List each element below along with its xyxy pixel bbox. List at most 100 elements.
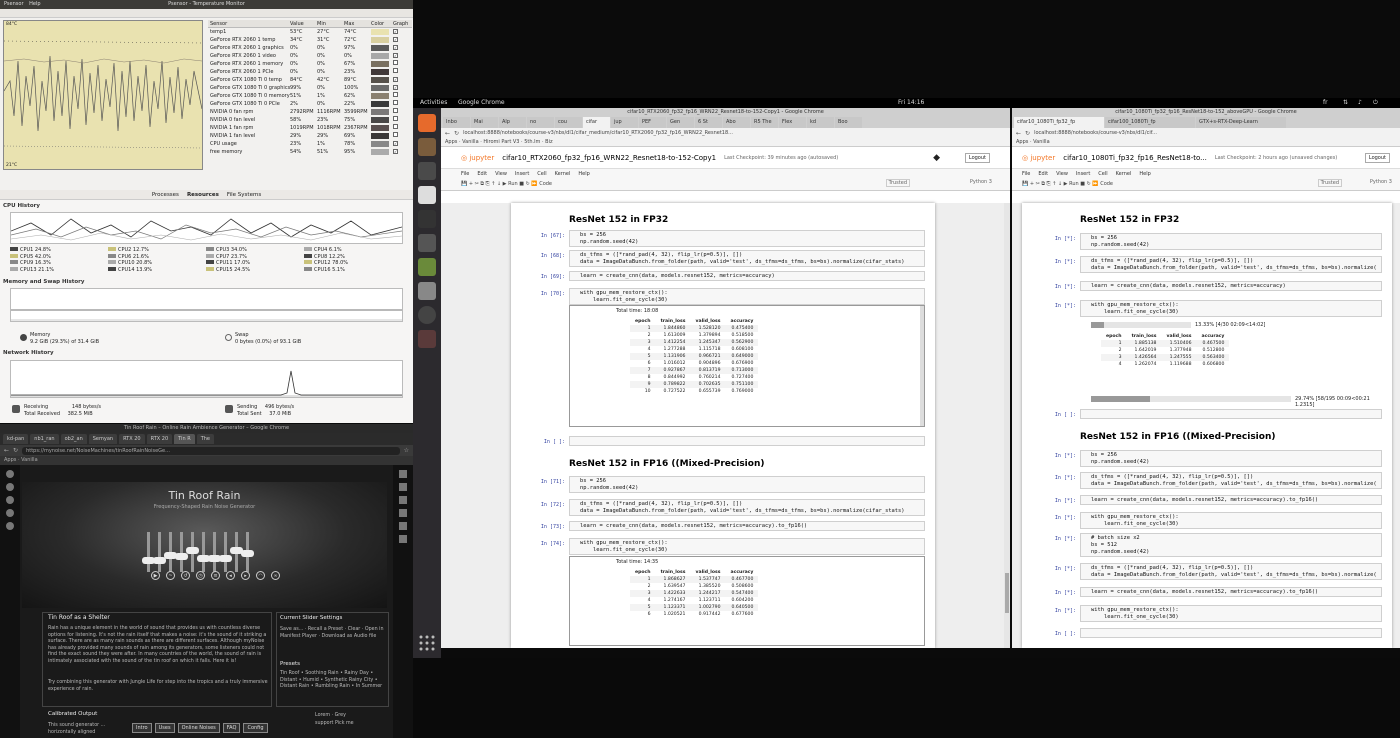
color-swatch[interactable] [371,108,389,115]
menu-item-cell[interactable]: Cell [537,169,546,180]
app-menu[interactable]: Google Chrome [458,98,505,108]
mynoise-nav-button[interactable]: FAQ [222,723,241,733]
cpu-color-swatch[interactable] [206,253,214,258]
headphones-icon[interactable]: ◠ [256,571,265,580]
graph-checkbox[interactable] [393,92,398,97]
presets-text[interactable]: Tin Roof • Soothing Rain • Rainy Day • D… [280,671,385,691]
browser-tab[interactable]: Gen [667,117,694,128]
mynoise-nav-button[interactable]: Online Noises [177,723,220,733]
volume-icon[interactable]: ♪ [1358,98,1362,108]
reset-icon[interactable]: ↺ [181,571,190,580]
menu-item-kernel[interactable]: Kernel [555,169,571,180]
star-icon[interactable]: ☆ [404,447,409,454]
sensor-row[interactable]: NVIDIA 0 fan level 58% 23% 75% [208,116,412,124]
jr-cell-5[interactable]: bs = 256 np.random.seed(42) [1080,450,1382,467]
sensor-row[interactable]: NVIDIA 1 fan level 29% 29% 69% [208,132,412,140]
color-swatch[interactable] [371,116,389,123]
mynoise-nav-button[interactable]: Config [243,723,268,733]
mynoise-nav-button[interactable]: Intro [132,723,152,733]
graph-checkbox[interactable]: ✓ [393,149,398,154]
graph-checkbox[interactable] [393,132,398,137]
jl-toolbar-icons[interactable]: 💾 + ✂ ⧉ ⎘ ↑ ↓ ▶ Run ■ ↻ ⏩ Code [461,181,552,187]
color-swatch[interactable] [371,60,389,67]
dock-chrome-icon[interactable] [418,186,436,204]
col-graph[interactable]: Graph [393,20,411,27]
jr-cell-8[interactable]: with gpu_mem_restore_ctx(): learn.fit_on… [1080,512,1382,529]
mynoise-tab[interactable]: nb1_ran [30,434,59,444]
calibrate-icon[interactable]: ≡ [211,571,220,580]
col-min[interactable]: Min [317,20,344,27]
dock-terminal-icon[interactable] [418,162,436,180]
cpu-color-swatch[interactable] [304,247,312,251]
jl-cell-70[interactable]: with gpu_mem_restore_ctx(): learn.fit_on… [569,288,925,305]
mynoise-tab[interactable]: ob2_an [60,434,87,444]
mynoise-tab[interactable]: Tin R [174,434,195,444]
cpu-color-swatch[interactable] [10,266,18,271]
color-swatch[interactable] [371,92,389,99]
jr-cell-1[interactable]: bs = 256 np.random.seed(42) [1080,233,1382,250]
volume-up-icon[interactable]: ▸ [241,571,250,580]
jl-cell-73[interactable]: learn = create_cnn(data, models.resnet15… [569,521,925,531]
cpu-color-swatch[interactable] [108,260,116,264]
graph-checkbox[interactable] [393,124,398,129]
cpu-color-swatch[interactable] [304,266,312,271]
jl-cell-68[interactable]: ds_tfms = ([*rand_pad(4, 32), flip_lr(p=… [569,250,925,267]
timer-icon[interactable]: ◷ [196,571,205,580]
dock-firefox-icon[interactable] [418,114,436,132]
color-swatch[interactable] [371,84,389,91]
color-swatch[interactable] [371,148,389,155]
color-swatch[interactable] [371,76,389,83]
browser-tab[interactable]: 6 St [695,117,722,128]
loop-icon[interactable]: ∞ [271,571,280,580]
play-icon[interactable]: ▶ [151,571,160,580]
graph-checkbox[interactable]: ✓ [393,45,398,50]
sensor-row[interactable]: GeForce GTX 1080 Ti 0 temp 84°C 42°C 89°C ✓ [208,76,412,84]
graph-checkbox[interactable] [393,116,398,121]
browser-tab[interactable]: cou [555,117,582,128]
jl-cell-69[interactable]: learn = create_cnn(data, models.resnet15… [569,271,925,281]
dock-tool-icon[interactable] [418,330,436,348]
clock[interactable]: Fri 14:16 [898,98,924,108]
jr-cell-6[interactable]: ds_tfms = ([*rand_pad(4, 32), flip_lr(p=… [1080,472,1382,489]
menu-item-file[interactable]: File [1022,169,1030,180]
slider-knob[interactable] [219,555,232,562]
browser-tab[interactable]: kd [807,117,834,128]
browser-tab[interactable]: R5 The [751,117,778,128]
network-icon[interactable]: ⇅ [1343,98,1348,108]
menu-item-edit[interactable]: Edit [477,169,487,180]
graph-checkbox[interactable]: ✓ [393,53,398,58]
mynoise-slider[interactable] [208,532,221,572]
jr-logout-button[interactable]: Logout [1364,152,1390,163]
mynoise-slider[interactable] [164,532,177,572]
sensor-row[interactable]: GeForce GTX 1080 Ti 0 graphics 99% 0% 100% ✓ [208,84,412,92]
mynoise-tab[interactable]: kd-pan [3,434,29,444]
mynoise-slider[interactable] [241,532,254,572]
color-swatch[interactable] [371,36,389,43]
mynoise-nav-button[interactable]: Uses [154,723,175,733]
mynoise-slider[interactable] [219,532,232,572]
jl-url[interactable]: localhost:8888/notebooks/course-v3/nbs/d… [463,130,1006,136]
browser-tab[interactable]: GTX+s-RTX-Deep-Learn [1196,117,1286,128]
rail-icon-3[interactable] [6,496,14,504]
jr-cell-7[interactable]: learn = create_cnn(data, models.resnet15… [1080,495,1382,505]
menu-item-insert[interactable]: Insert [515,169,529,180]
sensor-row[interactable]: GeForce RTX 2060 1 video 0% 0% 0% ✓ [208,52,412,60]
cpu-color-swatch[interactable] [206,266,214,271]
jr-cell-2[interactable]: ds_tfms = ([*rand_pad(4, 32), flip_lr(p=… [1080,256,1382,273]
mynoise-slider[interactable] [197,532,210,572]
dock-monitor-icon[interactable] [418,234,436,252]
cpu-color-swatch[interactable] [10,253,18,258]
slider-knob[interactable] [241,550,254,557]
jr-cell-empty-2[interactable] [1080,628,1382,638]
cpu-color-swatch[interactable] [206,247,214,251]
browser-tab[interactable]: jup [611,117,638,128]
menu-item-view[interactable]: View [495,169,507,180]
animate-icon[interactable]: ~ [166,571,175,580]
color-swatch[interactable] [371,132,389,139]
sensor-row[interactable]: NVIDIA 1 fan rpm 1019RPM 1018RPM 2367RPM [208,124,412,132]
mynoise-slider[interactable] [153,532,166,572]
rail-right-icon-4[interactable] [399,509,407,517]
menu-item-help[interactable]: Help [578,169,589,180]
jr-trusted[interactable]: Trusted [1317,179,1342,187]
settings-items[interactable]: Save as... · Recall a Preset · Clear · O… [280,627,385,640]
